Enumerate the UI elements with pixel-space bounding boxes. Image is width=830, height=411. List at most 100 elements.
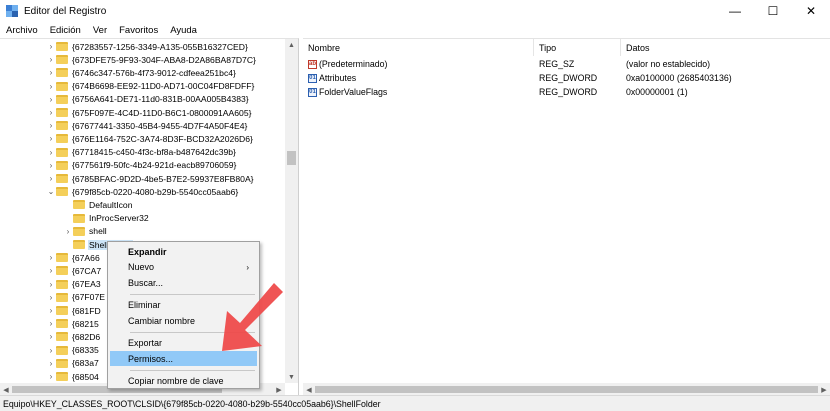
folder-icon — [56, 266, 68, 276]
chevron-right-icon[interactable]: › — [46, 306, 56, 315]
chevron-right-icon[interactable]: › — [46, 161, 56, 170]
tree-key[interactable]: › {677561f9-50fc-4b24-921d-eacb89706059} — [0, 159, 285, 172]
context-menu-item-label: Permisos... — [128, 353, 174, 364]
scroll-up-arrow-icon[interactable]: ▲ — [285, 39, 298, 51]
chevron-right-icon[interactable]: › — [46, 148, 56, 157]
tree-vertical-scroll-thumb[interactable] — [287, 151, 296, 165]
minimize-button[interactable]: — — [716, 0, 754, 22]
folder-icon — [56, 319, 68, 329]
context-menu-item[interactable]: Cambiar nombre — [110, 313, 257, 328]
value-row[interactable]: ab (Predeterminado) REG_SZ (valor no establ… — [303, 57, 830, 71]
close-button[interactable]: ✕ — [792, 0, 830, 22]
chevron-right-icon[interactable]: › — [46, 293, 56, 302]
tree-key[interactable]: › {675F097E-4C4D-11D0-B6C1-0800091AA605} — [0, 106, 285, 119]
chevron-right-icon[interactable]: › — [46, 346, 56, 355]
registry-values-list[interactable]: Nombre Tipo Datos ◀ ▶ ab (Predeterminado)… — [303, 38, 830, 396]
menu-separator — [130, 369, 255, 371]
chevron-right-icon[interactable]: › — [46, 134, 56, 143]
menu-favoritos[interactable]: Favoritos — [113, 25, 164, 36]
column-header-datos[interactable]: Datos — [621, 39, 830, 56]
tree-key-label: {67677441-3350-45B4-9455-4D7F4A50F4E4} — [72, 120, 248, 131]
chevron-down-icon[interactable]: ⌄ — [46, 187, 56, 196]
chevron-right-icon[interactable]: › — [46, 68, 56, 77]
tree-key-label: {6756A641-DE71-11d0-831B-00AA005B4383} — [72, 94, 249, 105]
tree-key[interactable]: › {67677441-3350-45B4-9455-4D7F4A50F4E4} — [0, 119, 285, 132]
scroll-left-arrow-icon[interactable]: ◀ — [0, 383, 12, 395]
tree-key[interactable]: › {673DFE75-9F93-304F-ABA8-D2A86BA87D7C} — [0, 53, 285, 66]
menu-separator — [130, 331, 255, 333]
tree-subkey[interactable]: InProcServer32 — [0, 212, 285, 225]
chevron-right-icon[interactable]: › — [46, 266, 56, 275]
list-horizontal-scroll-thumb[interactable] — [315, 386, 818, 393]
chevron-right-icon[interactable]: › — [46, 359, 56, 368]
scroll-right-arrow-icon[interactable]: ▶ — [273, 383, 285, 395]
chevron-right-icon[interactable]: › — [46, 280, 56, 289]
context-menu-item[interactable]: Expandir — [110, 244, 257, 259]
tree-subkey[interactable]: › shell — [0, 225, 285, 238]
context-menu-item[interactable]: Copiar nombre de clave — [110, 374, 257, 389]
tree-key-label: {67283557-1256-3349-A135-055B16327CED} — [72, 41, 248, 52]
folder-icon — [56, 174, 68, 183]
column-header-tipo[interactable]: Tipo — [534, 39, 621, 56]
context-menu-item[interactable]: Exportar — [110, 336, 257, 351]
window-controls: — ☐ ✕ — [716, 0, 830, 22]
context-menu-item[interactable]: Buscar... — [110, 275, 257, 290]
context-menu-item-label: Copiar nombre de clave — [128, 376, 224, 386]
chevron-right-icon[interactable]: › — [46, 82, 56, 91]
folder-icon — [56, 279, 68, 289]
tree-key-label: {673DFE75-9F93-304F-ABA8-D2A86BA87D7C} — [72, 54, 256, 65]
tree-key[interactable]: › {67283557-1256-3349-A135-055B16327CED} — [0, 40, 285, 53]
tree-key-label: {68504 — [72, 371, 99, 382]
context-menu-item[interactable]: Nuevo › — [110, 260, 257, 275]
tree-key[interactable]: › {6756A641-DE71-11d0-831B-00AA005B4383} — [0, 93, 285, 106]
tree-key-label: InProcServer32 — [89, 213, 149, 224]
chevron-right-icon[interactable]: › — [46, 332, 56, 341]
window-title: Editor del Registro — [24, 5, 107, 17]
tree-vertical-scrollbar[interactable]: ▲ ▼ — [285, 39, 298, 383]
context-menu-item-label: Exportar — [128, 338, 163, 348]
menu-ayuda[interactable]: Ayuda — [164, 25, 203, 36]
chevron-right-icon[interactable]: › — [46, 372, 56, 381]
tree-key-label: {67A66 — [72, 252, 100, 263]
folder-icon — [56, 134, 68, 144]
chevron-right-icon[interactable]: › — [46, 42, 56, 51]
chevron-right-icon[interactable]: › — [46, 319, 56, 328]
context-menu-item[interactable]: Permisos... — [110, 351, 257, 366]
chevron-right-icon[interactable]: › — [46, 253, 56, 262]
chevron-right-icon[interactable]: › — [46, 174, 56, 183]
value-row[interactable]: 01 FolderValueFlags REG_DWORD 0x00000001 (1… — [303, 85, 830, 99]
tree-subkey[interactable]: DefaultIcon — [0, 198, 285, 211]
chevron-right-icon[interactable]: › — [46, 55, 56, 64]
folder-icon — [56, 94, 68, 104]
value-name: (Predeterminado) — [319, 59, 388, 69]
tree-key[interactable]: › {676E1164-752C-3A74-8D3F-BCD32A2026D6} — [0, 132, 285, 145]
value-row[interactable]: 01 Attributes REG_DWORD 0xa0100000 (2685403… — [303, 71, 830, 85]
tree-key-label: {677561f9-50fc-4b24-921d-eacb89706059} — [72, 160, 237, 171]
tree-key[interactable]: › {67718415-c450-4f3c-bf8a-b487642dc39b} — [0, 146, 285, 159]
tree-key[interactable]: › {6785BFAC-9D2D-4be5-B7E2-59937E8FB80A} — [0, 172, 285, 185]
value-data: 0xa0100000 (2685403136) — [626, 73, 732, 83]
value-name: FolderValueFlags — [319, 87, 388, 97]
scroll-down-arrow-icon[interactable]: ▼ — [285, 371, 298, 383]
menu-archivo[interactable]: Archivo — [0, 25, 44, 36]
chevron-right-icon[interactable]: › — [46, 121, 56, 130]
chevron-right-icon[interactable]: › — [46, 108, 56, 117]
menu-edicion[interactable]: Edición — [44, 25, 87, 36]
menu-ver[interactable]: Ver — [87, 25, 113, 36]
tree-key-label: shell — [89, 226, 107, 237]
maximize-button[interactable]: ☐ — [754, 0, 792, 22]
submenu-arrow-icon: › — [246, 262, 249, 272]
status-bar: Equipo\HKEY_CLASSES_ROOT\CLSID\{679f85cb… — [0, 395, 830, 411]
value-data: (valor no establecido) — [626, 59, 711, 69]
tree-key[interactable]: ⌄ {679f85cb-0220-4080-b29b-5540cc05aab6} — [0, 185, 285, 198]
chevron-right-icon[interactable]: › — [46, 95, 56, 104]
folder-icon — [73, 240, 85, 249]
context-menu-item[interactable]: Eliminar — [110, 298, 257, 313]
folder-icon — [56, 187, 68, 197]
tree-key-label: {6785BFAC-9D2D-4be5-B7E2-59937E8FB80A} — [72, 173, 254, 184]
folder-icon — [56, 372, 68, 381]
chevron-right-icon[interactable]: › — [63, 227, 73, 236]
tree-key[interactable]: › {674B6698-EE92-11D0-AD71-00C04FD8FDFF} — [0, 80, 285, 93]
column-header-nombre[interactable]: Nombre — [303, 39, 534, 56]
tree-key[interactable]: › {6746c347-576b-4f73-9012-cdfeea251bc4} — [0, 66, 285, 79]
